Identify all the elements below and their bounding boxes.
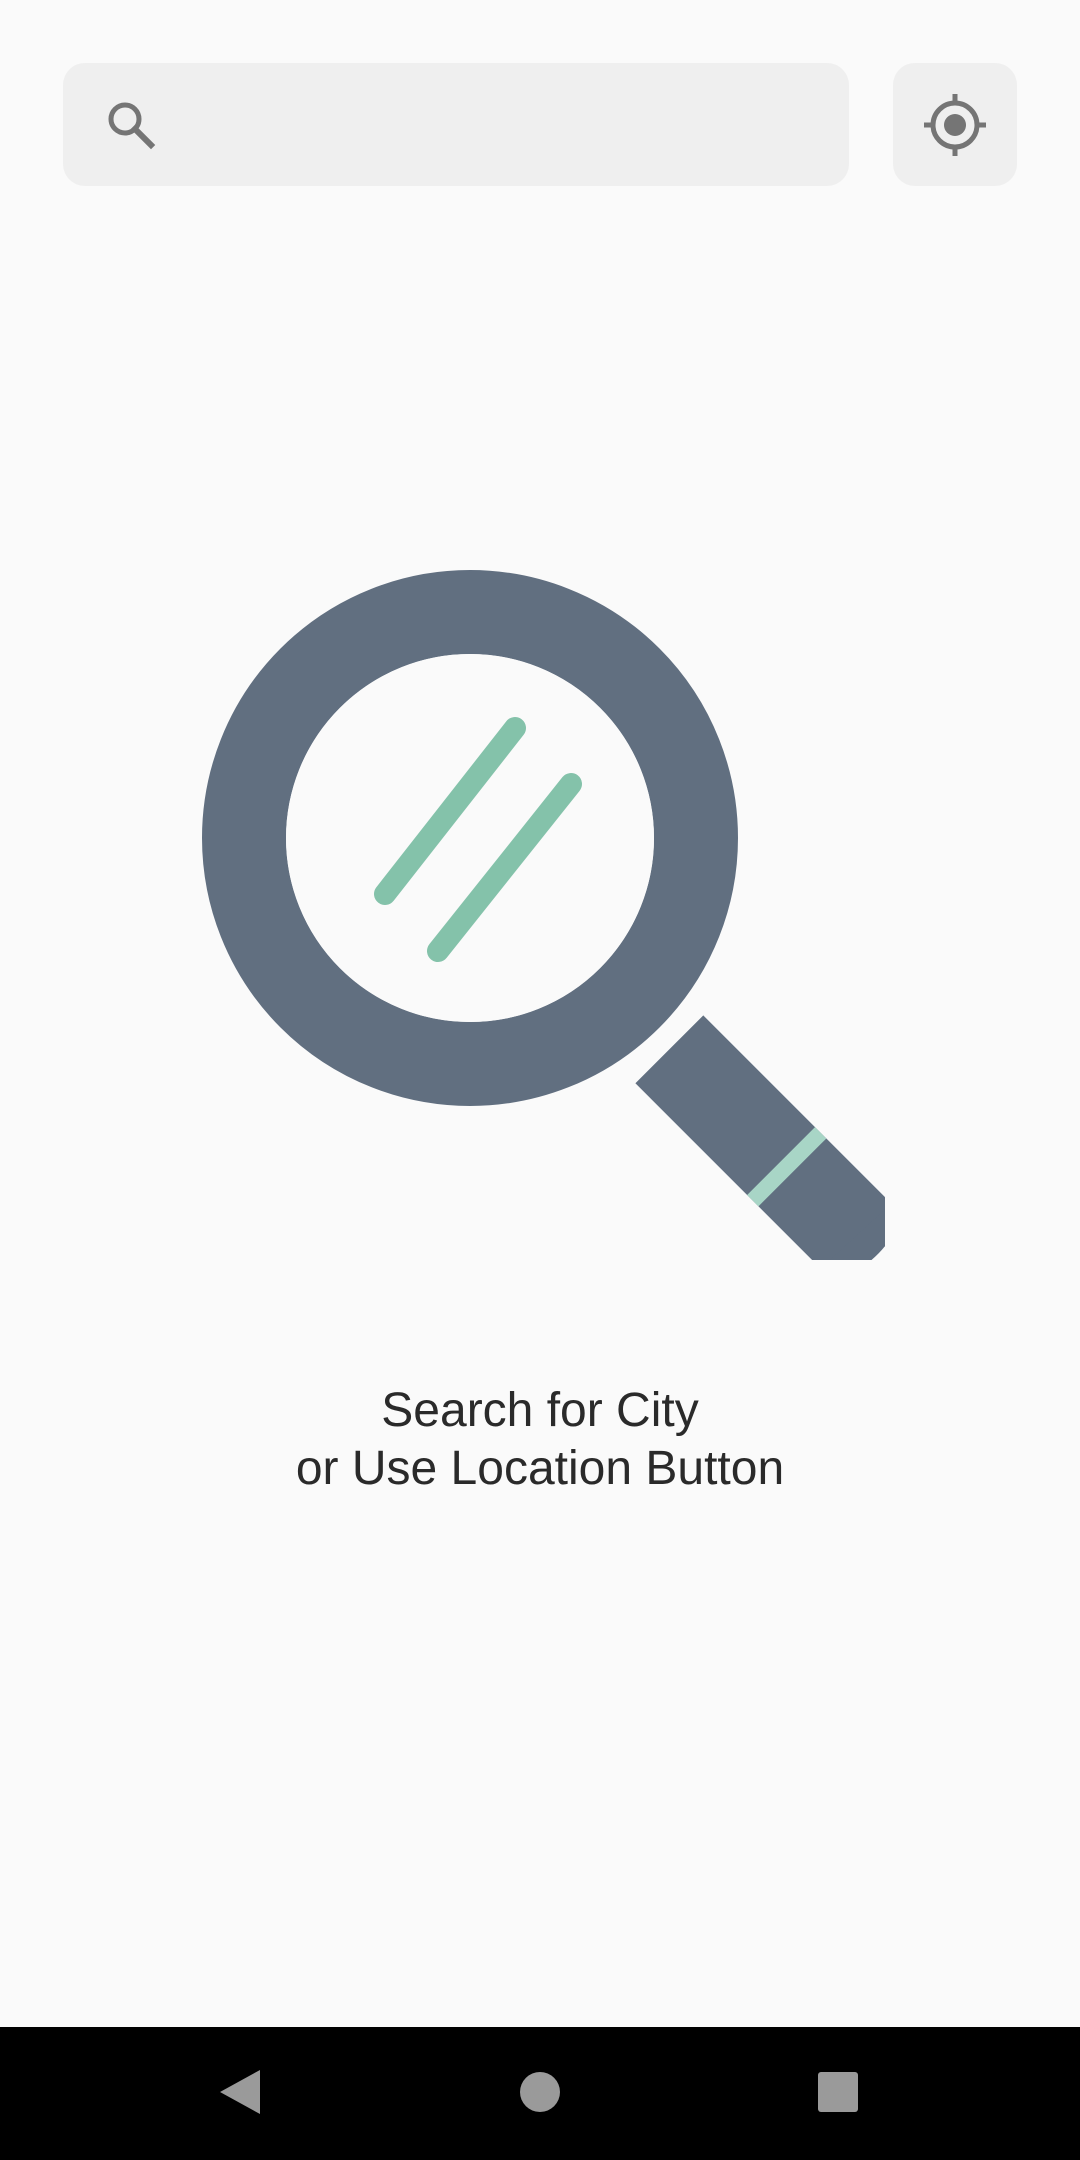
recents-square-icon bbox=[818, 2072, 858, 2112]
search-bar[interactable] bbox=[63, 63, 849, 188]
back-button[interactable] bbox=[205, 2057, 275, 2127]
empty-state-line-2: or Use Location Button bbox=[295, 1442, 785, 1495]
back-triangle-icon bbox=[220, 2070, 260, 2114]
location-button[interactable] bbox=[893, 63, 1017, 186]
gps-location-icon bbox=[924, 93, 986, 156]
search-input[interactable] bbox=[183, 63, 819, 188]
empty-state-message: Search for City or Use Location Button bbox=[0, 1382, 1080, 1498]
screen: Search for City or Use Location Button bbox=[0, 0, 1080, 2160]
recents-button[interactable] bbox=[803, 2057, 873, 2127]
navigation-bar bbox=[0, 2027, 1080, 2160]
home-circle-icon bbox=[520, 2072, 560, 2112]
empty-state-line-1: Search for City bbox=[381, 1384, 699, 1437]
search-icon bbox=[108, 102, 156, 150]
magnifying-glass-illustration bbox=[202, 570, 885, 1260]
home-button[interactable] bbox=[505, 2057, 575, 2127]
